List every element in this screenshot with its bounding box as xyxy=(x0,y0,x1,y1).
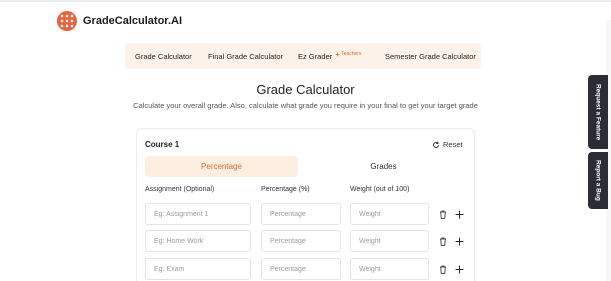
reset-icon xyxy=(433,141,439,148)
course-title: Course 1 xyxy=(145,140,180,149)
trash-icon[interactable] xyxy=(438,264,448,274)
logo-icon xyxy=(57,11,77,31)
nav-ez-grader-label: Ez Grader xyxy=(298,51,333,61)
row-actions xyxy=(438,236,464,246)
scrollbar[interactable] xyxy=(606,20,611,281)
teachers-badge-label: Teachers xyxy=(341,51,362,57)
weight-column-label: Weight (out of 100) xyxy=(350,186,410,193)
assignment-input[interactable] xyxy=(145,258,251,280)
weight-input[interactable] xyxy=(350,230,429,252)
assignment-column-label: Assignment (Optional) xyxy=(145,186,215,193)
brand-name: GradeCalculator.AI xyxy=(83,15,183,27)
trash-icon[interactable] xyxy=(438,236,448,246)
row-actions xyxy=(438,264,464,274)
percentage-column-label: Percentage (%) xyxy=(261,186,310,193)
report-bug-label: Report a Bug xyxy=(594,160,602,201)
assignment-input[interactable] xyxy=(145,203,251,225)
nav-final-grade-calculator[interactable]: Final Grade Calculator xyxy=(208,43,283,69)
top-navbar: Grade Calculator Final Grade Calculator … xyxy=(125,43,481,69)
percentage-input[interactable] xyxy=(261,203,341,225)
add-icon[interactable] xyxy=(454,236,464,246)
nav-semester-grade-calculator[interactable]: Semester Grade Calculator xyxy=(385,43,476,69)
top-border xyxy=(0,0,611,2)
reset-label: Reset xyxy=(443,140,463,149)
request-feature-tab[interactable]: Request a Feature xyxy=(588,75,608,149)
percentage-input[interactable] xyxy=(261,258,341,280)
tab-percentage[interactable]: Percentage xyxy=(145,156,298,177)
row-actions xyxy=(438,209,464,219)
nav-ez-grader[interactable]: Ez Grader Teachers xyxy=(298,43,361,69)
request-feature-label: Request a Feature xyxy=(594,83,602,141)
report-bug-tab[interactable]: Report a Bug xyxy=(588,152,608,209)
page-title: Grade Calculator xyxy=(256,82,355,97)
add-icon[interactable] xyxy=(454,209,464,219)
weight-input[interactable] xyxy=(350,258,429,280)
add-icon[interactable] xyxy=(454,264,464,274)
brand-logo[interactable]: GradeCalculator.AI xyxy=(57,11,182,31)
reset-button[interactable]: Reset xyxy=(432,140,463,149)
trash-icon[interactable] xyxy=(438,209,448,219)
weight-input[interactable] xyxy=(350,203,429,225)
sparkle-icon xyxy=(335,51,341,57)
assignment-input[interactable] xyxy=(145,230,251,252)
nav-grade-calculator[interactable]: Grade Calculator xyxy=(135,43,192,69)
percentage-input[interactable] xyxy=(261,230,341,252)
tab-grades[interactable]: Grades xyxy=(307,156,460,177)
page-subtitle: Calculate your overall grade. Also, calc… xyxy=(133,101,478,110)
teachers-badge: Teachers xyxy=(335,51,361,57)
